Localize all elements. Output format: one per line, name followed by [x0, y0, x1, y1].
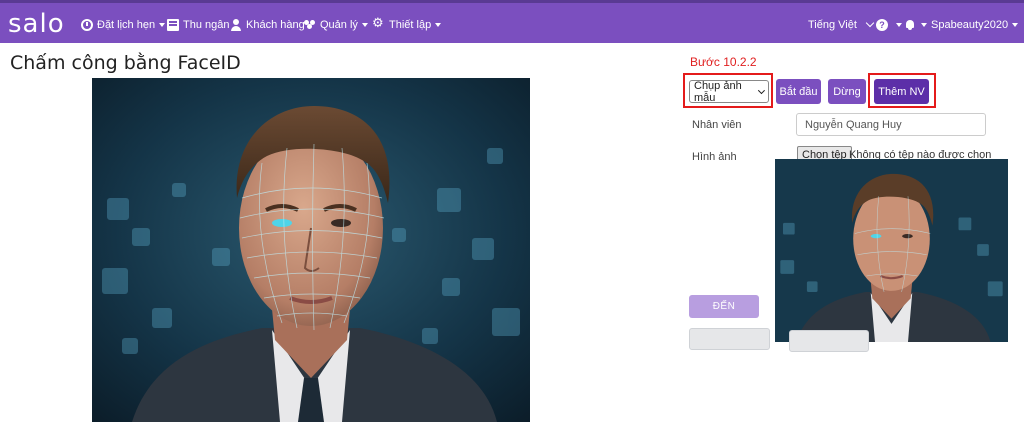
nav-cashier[interactable]: Thu ngân [167, 16, 229, 34]
bell-icon [904, 19, 916, 31]
account-name: Spabeauty2020 [931, 19, 1009, 31]
page-title: Chấm công bằng FaceID [10, 52, 241, 74]
step-label: Bước 10.2.2 [690, 55, 757, 69]
top-navbar: salo Đặt lịch hẹn Thu ngân Khách hàng Qu… [0, 0, 1024, 43]
nav-management[interactable]: Quản lý [304, 16, 368, 34]
face-sample-image [775, 159, 1008, 342]
camera-preview [92, 78, 530, 422]
employee-label: Nhân viên [692, 119, 742, 131]
mode-select-value: Chụp ảnh mẫu [694, 79, 742, 104]
image-label: Hình ảnh [692, 151, 737, 163]
caret-down-icon [896, 23, 902, 27]
captured-sample-thumbnail [775, 159, 1008, 342]
cash-register-icon [167, 19, 179, 31]
account-menu[interactable]: Spabeauty2020 [931, 16, 1019, 34]
cogs-icon [372, 16, 385, 31]
notifications-menu[interactable] [904, 16, 927, 34]
stop-button[interactable]: Dừng [828, 79, 866, 104]
submit-button[interactable]: ĐẾN [689, 295, 759, 318]
caret-down-icon [1012, 23, 1019, 27]
nav-customers[interactable]: Khách hàng [230, 16, 305, 34]
nav-appointments-label: Đặt lịch hẹn [97, 19, 156, 31]
user-icon [230, 19, 242, 31]
nav-management-label: Quản lý [320, 19, 358, 31]
language-selector[interactable]: Tiếng Việt [808, 16, 875, 34]
caret-down-icon [361, 23, 368, 27]
start-button[interactable]: Bắt đầu [776, 79, 821, 104]
empty-field-1[interactable] [689, 328, 770, 350]
help-icon: ? [876, 19, 888, 31]
users-icon [304, 19, 316, 31]
nav-settings-label: Thiết lập [389, 19, 432, 31]
add-employee-button[interactable]: Thêm NV [874, 79, 929, 104]
nav-appointments[interactable]: Đặt lịch hẹn [81, 16, 166, 34]
chevron-down-icon [865, 18, 875, 28]
employee-field[interactable]: Nguyễn Quang Huy [796, 113, 986, 136]
face-scan-image [92, 78, 530, 422]
chevron-down-icon [758, 86, 766, 94]
language-label: Tiếng Việt [808, 19, 857, 31]
mode-select[interactable]: Chụp ảnh mẫu [689, 79, 769, 104]
nav-settings[interactable]: Thiết lập [372, 16, 442, 34]
nav-cashier-label: Thu ngân [183, 19, 230, 31]
nav-customers-label: Khách hàng [246, 19, 305, 31]
clock-icon [81, 19, 93, 31]
caret-down-icon [159, 23, 166, 27]
caret-down-icon [921, 23, 927, 27]
help-menu[interactable]: ? [876, 16, 902, 34]
empty-field-2[interactable] [789, 330, 869, 352]
brand-logo[interactable]: salo [8, 9, 65, 39]
caret-down-icon [435, 23, 442, 27]
